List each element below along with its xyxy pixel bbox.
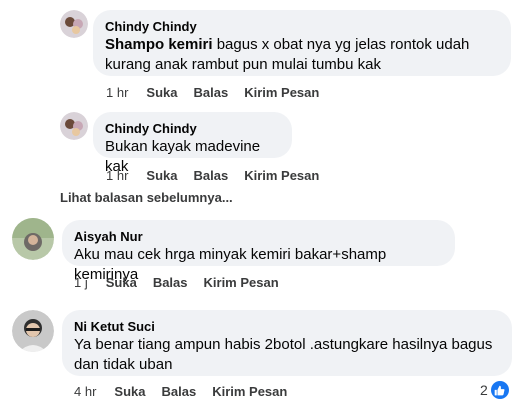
comment-time[interactable]: 1 hr bbox=[106, 85, 128, 100]
comment-time[interactable]: 1 hr bbox=[106, 168, 128, 183]
comment-author[interactable]: Aisyah Nur bbox=[74, 228, 443, 245]
comment-time[interactable]: 1 j bbox=[74, 275, 88, 290]
like-button[interactable]: Suka bbox=[106, 275, 137, 290]
like-button[interactable]: Suka bbox=[114, 384, 145, 399]
comment-actions: 1 hr Suka Balas Kirim Pesan bbox=[106, 166, 335, 184]
avatar-aisyah[interactable] bbox=[12, 218, 54, 260]
send-message-button[interactable]: Kirim Pesan bbox=[212, 384, 287, 399]
comment-bubble: Ni Ketut Suci Ya benar tiang ampun habis… bbox=[62, 310, 512, 376]
comment-author[interactable]: Chindy Chindy bbox=[105, 18, 499, 35]
avatar-chindy[interactable] bbox=[60, 112, 88, 140]
comment-actions: 4 hr Suka Balas Kirim Pesan bbox=[74, 382, 303, 400]
send-message-button[interactable]: Kirim Pesan bbox=[244, 168, 319, 183]
comment-text: Ya benar tiang ampun habis 2botol .astun… bbox=[74, 336, 493, 373]
comment-bubble: Chindy Chindy Bukan kayak madevine kak bbox=[93, 112, 292, 175]
comment-bubble: Aisyah Nur Aku mau cek hrga minyak kemir… bbox=[62, 220, 455, 283]
send-message-button[interactable]: Kirim Pesan bbox=[244, 85, 319, 100]
comment-text: Shampo kemiri bagus x obat nya yg jelas … bbox=[105, 35, 499, 75]
reaction-summary[interactable]: 2 bbox=[480, 381, 509, 399]
view-previous-replies-link[interactable]: Lihat balasan sebelumnya... bbox=[60, 190, 233, 205]
reply-button[interactable]: Balas bbox=[153, 275, 188, 290]
like-button[interactable]: Suka bbox=[146, 168, 177, 183]
comment-actions: 1 hr Suka Balas Kirim Pesan bbox=[106, 83, 335, 101]
like-icon bbox=[490, 381, 509, 399]
avatar-ni-ketut-suci[interactable] bbox=[12, 310, 54, 352]
comment-author[interactable]: Chindy Chindy bbox=[105, 120, 280, 137]
reply-button[interactable]: Balas bbox=[161, 384, 196, 399]
comment-bubble: Chindy Chindy Shampo kemiri bagus x obat… bbox=[93, 10, 511, 76]
send-message-button[interactable]: Kirim Pesan bbox=[204, 275, 279, 290]
comment-author[interactable]: Ni Ketut Suci bbox=[74, 318, 500, 335]
like-button[interactable]: Suka bbox=[146, 85, 177, 100]
comment-text-bold: Shampo kemiri bbox=[105, 36, 213, 53]
reply-button[interactable]: Balas bbox=[193, 168, 228, 183]
reply-button[interactable]: Balas bbox=[193, 85, 228, 100]
comment-actions: 1 j Suka Balas Kirim Pesan bbox=[74, 273, 295, 291]
comment-time[interactable]: 4 hr bbox=[74, 384, 96, 399]
avatar-chindy[interactable] bbox=[60, 10, 88, 38]
reaction-count: 2 bbox=[480, 382, 488, 398]
